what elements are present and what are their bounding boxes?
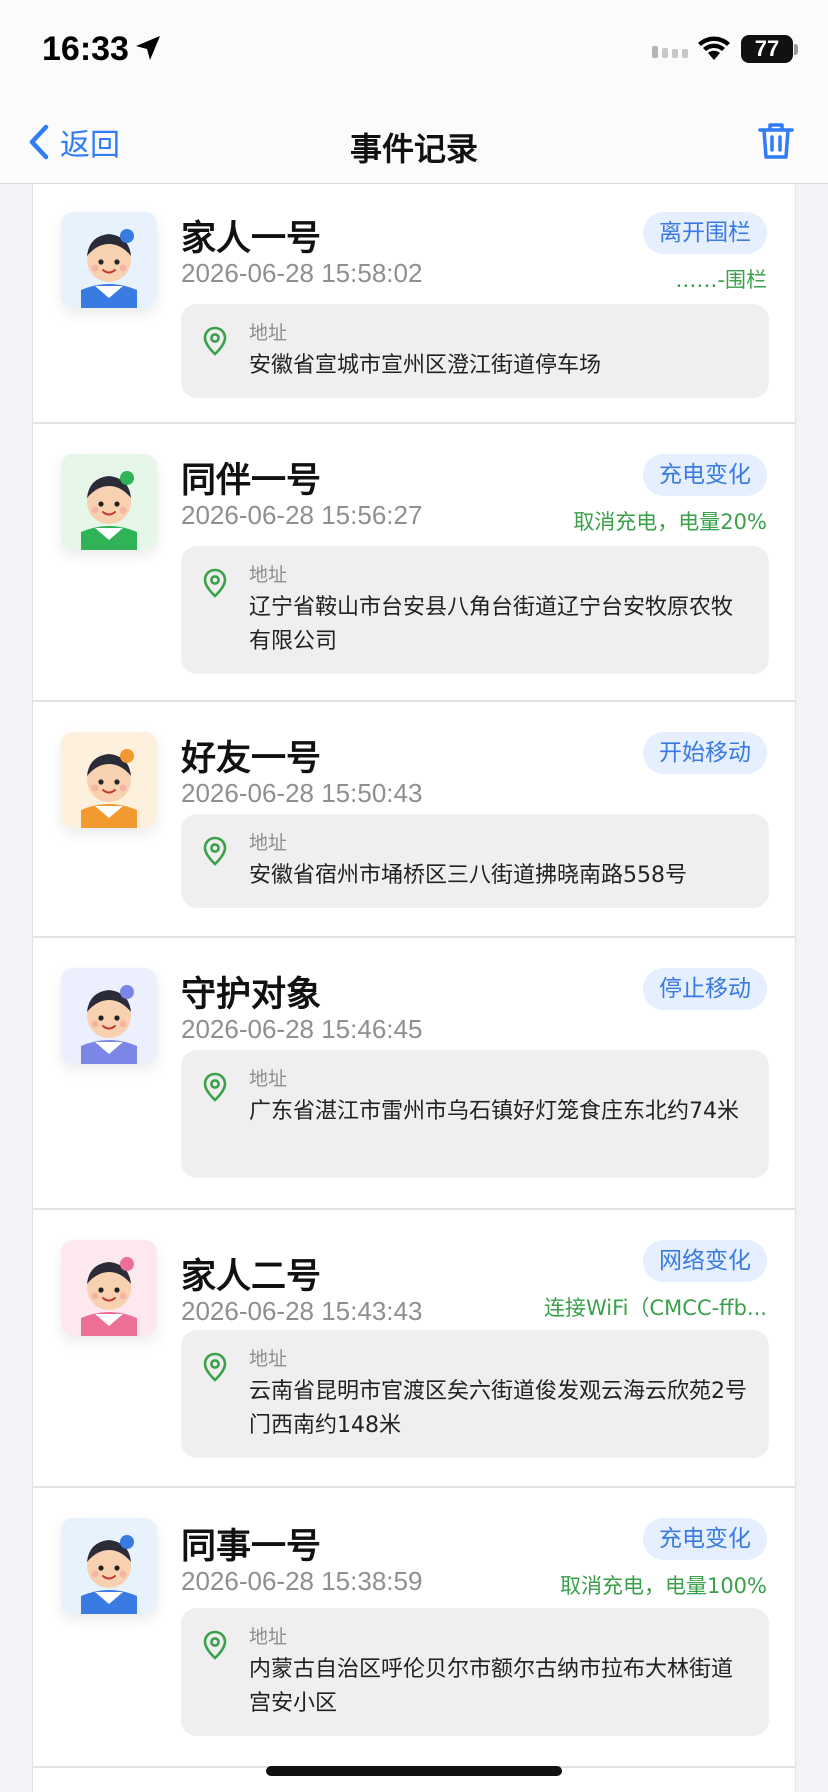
location-pin-icon [203,326,227,360]
battery-cap [794,44,798,55]
avatar [61,732,157,828]
event-name: 守护对象 [181,975,322,1015]
trash-icon [758,123,794,159]
status-time: 16:33 [42,30,129,68]
address-text: 安徽省宣城市宣州区澄江街道停车场 [249,353,602,378]
status-bar: 16:33 77 [0,0,828,100]
wifi-icon [698,36,730,60]
location-pin-icon [203,836,227,870]
event-list[interactable]: 家人一号 2026-06-28 15:58:02 离开围栏 ……-围栏 地址 安… [32,184,796,1792]
event-time: 2026-06-28 15:58:02 [181,258,423,288]
address-text: 广东省湛江市雷州市乌石镇好灯笼食庄东北约74米 [249,1099,739,1124]
event-time: 2026-06-28 15:56:27 [181,500,423,530]
avatar [61,1518,157,1614]
address-label: 地址 [249,832,288,854]
event-name: 同事一号 [181,1527,322,1567]
event-time: 2026-06-28 15:46:45 [181,1014,423,1044]
event-time: 2026-06-28 15:50:43 [181,778,423,808]
event-name: 好友一号 [181,739,322,779]
event-type-badge: 停止移动 [643,968,767,1010]
address-box[interactable]: 地址 安徽省宿州市埇桥区三八街道拂晓南路558号 [181,814,769,908]
event-type-badge: 开始移动 [643,732,767,774]
cellular-signal-icon [652,46,688,58]
location-pin-icon [203,1072,227,1106]
avatar [61,212,157,308]
address-label: 地址 [249,1348,288,1370]
event-name: 家人一号 [181,219,322,259]
event-detail: ……-围栏 [675,268,767,292]
delete-button[interactable] [758,122,794,164]
event-name: 家人二号 [181,1257,322,1297]
event-type-badge: 充电变化 [643,1518,767,1560]
event-card[interactable]: 家人二号 2026-06-28 15:43:43 网络变化 连接WiFi（CMC… [33,1210,795,1488]
address-text: 辽宁省鞍山市台安县八角台街道辽宁台安牧原农牧有限公司 [249,595,734,654]
location-pin-icon [203,568,227,602]
home-indicator [266,1766,562,1776]
event-type-badge: 离开围栏 [643,212,767,254]
avatar [61,968,157,1064]
address-box[interactable]: 地址 安徽省宣城市宣州区澄江街道停车场 [181,304,769,398]
event-type-badge: 充电变化 [643,454,767,496]
event-time: 2026-06-28 15:38:59 [181,1566,423,1596]
address-box[interactable]: 地址 广东省湛江市雷州市乌石镇好灯笼食庄东北约74米 [181,1050,769,1178]
avatar [61,454,157,550]
address-box[interactable]: 地址 云南省昆明市官渡区矣六街道俊发观云海云欣苑2号门西南约148米 [181,1330,769,1458]
address-label: 地址 [249,564,288,586]
page-title: 事件记录 [349,130,478,168]
event-card[interactable]: 守护对象 2026-06-28 15:46:45 停止移动 地址 广东省湛江市雷… [33,938,795,1210]
event-card[interactable]: 家人一号 2026-06-28 15:58:02 离开围栏 ……-围栏 地址 安… [33,184,795,424]
location-arrow-icon [136,36,160,60]
address-text: 内蒙古自治区呼伦贝尔市额尔古纳市拉布大林街道宫安小区 [249,1657,734,1716]
address-text: 安徽省宿州市埇桥区三八街道拂晓南路558号 [249,863,687,888]
navigation-bar: 返回 事件记录 [0,100,828,184]
address-label: 地址 [249,1626,288,1648]
event-name: 同伴一号 [181,461,322,501]
avatar [61,1240,157,1336]
event-card[interactable]: 好友一号 2026-06-28 15:50:43 开始移动 地址 安徽省宿州市埇… [33,702,795,938]
event-type-badge: 网络变化 [643,1240,767,1282]
event-detail: 取消充电，电量100% [559,1574,767,1598]
location-pin-icon [203,1630,227,1664]
address-label: 地址 [249,322,288,344]
event-card[interactable]: 同伴一号 2026-06-28 15:56:27 充电变化 取消充电，电量20%… [33,424,795,702]
battery-indicator: 77 [741,35,793,63]
address-text: 云南省昆明市官渡区矣六街道俊发观云海云欣苑2号门西南约148米 [249,1379,747,1438]
event-card[interactable]: 同事一号 2026-06-28 15:38:59 充电变化 取消充电，电量100… [33,1488,795,1768]
address-label: 地址 [249,1068,288,1090]
address-box[interactable]: 地址 辽宁省鞍山市台安县八角台街道辽宁台安牧原农牧有限公司 [181,546,769,674]
event-detail: 取消充电，电量20% [573,510,767,534]
address-box[interactable]: 地址 内蒙古自治区呼伦贝尔市额尔古纳市拉布大林街道宫安小区 [181,1608,769,1736]
event-detail: 连接WiFi（CMCC-ffb... [543,1296,767,1320]
event-time: 2026-06-28 15:43:43 [181,1296,423,1326]
location-pin-icon [203,1352,227,1386]
